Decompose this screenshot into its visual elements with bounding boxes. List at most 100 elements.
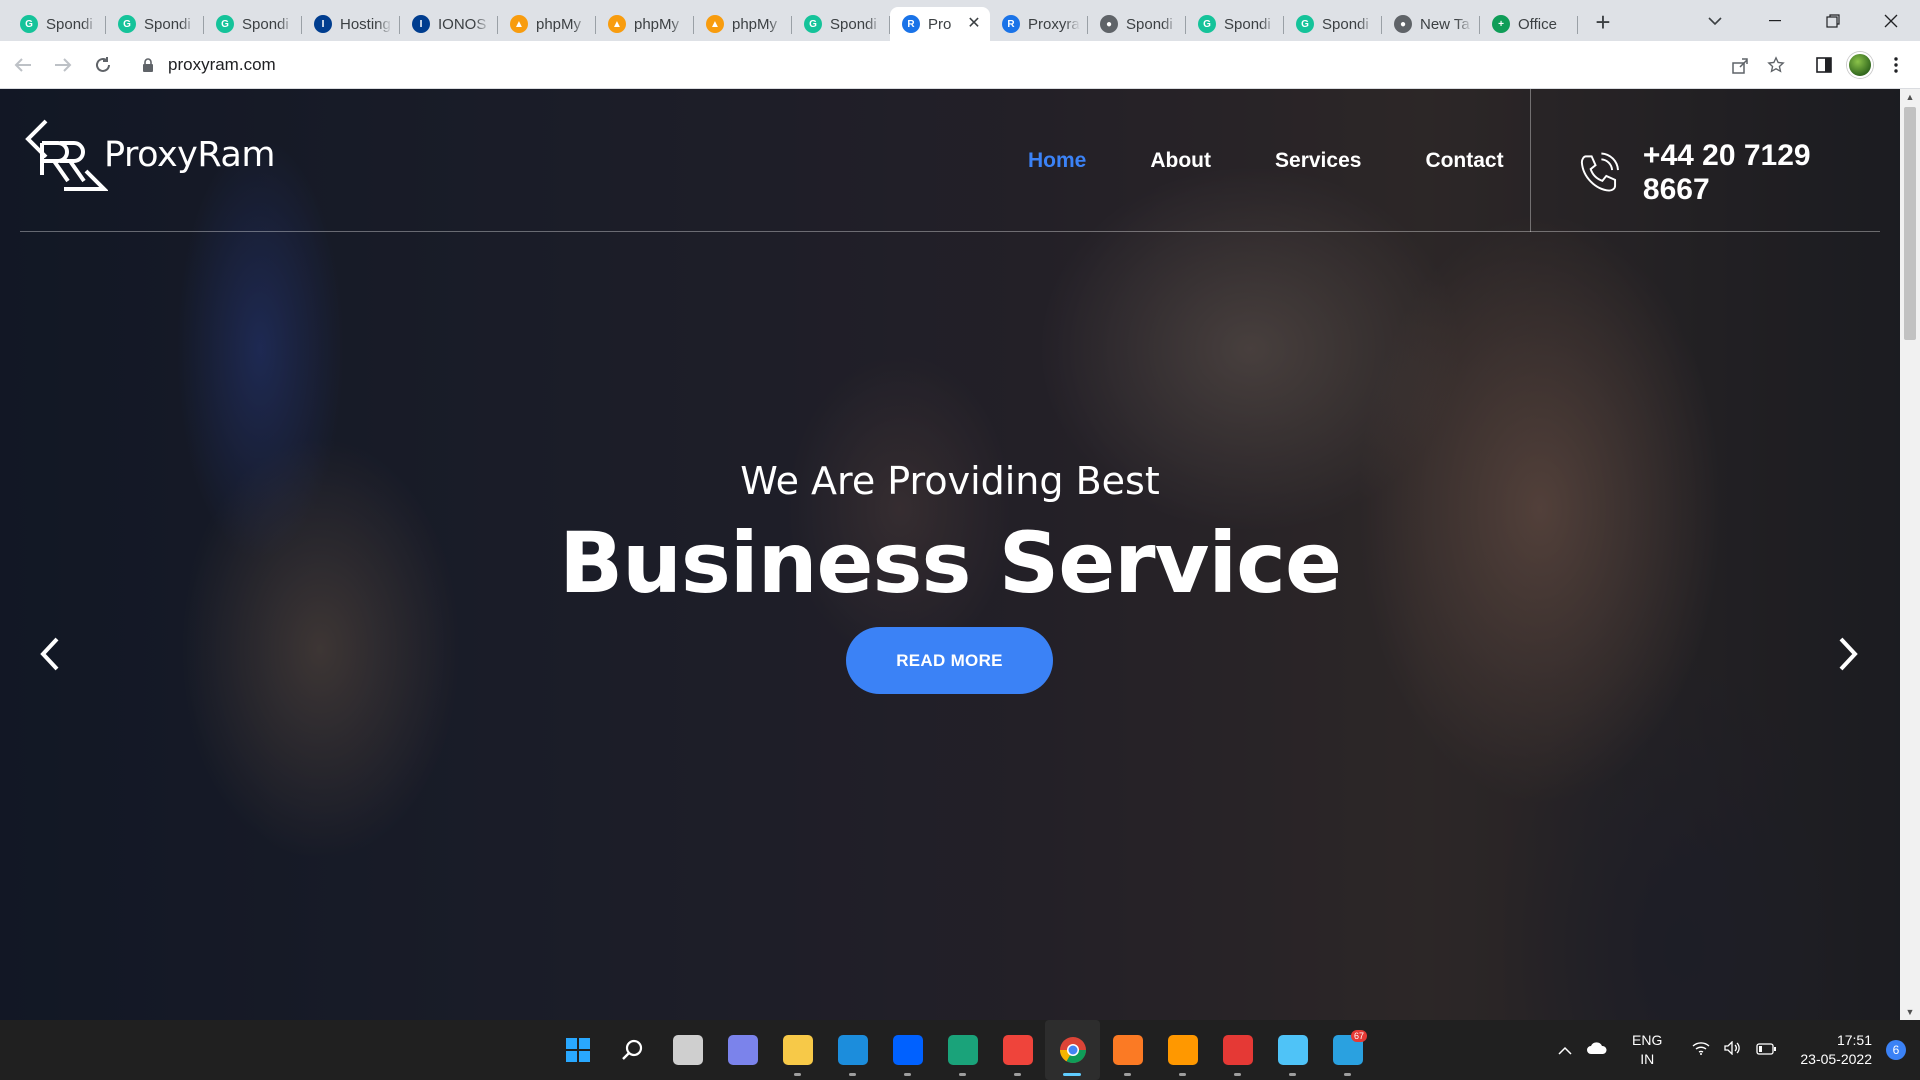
nav-services-link[interactable]: Services [1275, 149, 1361, 173]
search-taskbar-button[interactable] [605, 1020, 660, 1080]
close-tab-icon[interactable]: ✕ [966, 16, 982, 32]
phone-number[interactable]: +44 20 7129 8667 [1643, 139, 1880, 207]
grammarly-icon: G [216, 15, 234, 33]
anydesk-taskbar-button[interactable] [990, 1020, 1045, 1080]
reload-button[interactable] [86, 48, 120, 82]
notepad-taskbar-button[interactable] [1265, 1020, 1320, 1080]
hero-title: Business Service [559, 514, 1342, 612]
back-button[interactable] [6, 48, 40, 82]
mail-taskbar-button[interactable] [825, 1020, 880, 1080]
browser-tab[interactable]: G Spondi [106, 7, 204, 41]
share-icon[interactable] [1722, 47, 1758, 83]
file-explorer-icon [782, 1035, 813, 1065]
scroll-up-arrow-icon[interactable]: ▲ [1900, 89, 1920, 105]
browser-tab[interactable]: G Spondi [1284, 7, 1382, 41]
file-explorer-taskbar-button[interactable] [770, 1020, 825, 1080]
tab-title: Office [1518, 15, 1557, 33]
ionos-icon: I [412, 15, 430, 33]
browser-tab[interactable]: ● New Ta [1382, 7, 1480, 41]
browser-tab[interactable]: ▲ phpMy [498, 7, 596, 41]
bookmark-star-icon[interactable] [1758, 47, 1794, 83]
close-window-button[interactable] [1862, 0, 1920, 41]
browser-tab[interactable]: R Pro ✕ [890, 7, 990, 41]
edge-taskbar-button[interactable] [935, 1020, 990, 1080]
browser-tab[interactable]: + Office [1480, 7, 1578, 41]
notepad-icon [1277, 1035, 1308, 1065]
telegram-taskbar-button[interactable]: 67 [1320, 1020, 1375, 1080]
slider-prev-arrow[interactable] [30, 629, 70, 679]
tab-title: Spondi [242, 15, 289, 33]
browser-tab[interactable]: G Spondi [8, 7, 106, 41]
teams-chat-taskbar-button[interactable] [715, 1020, 770, 1080]
clock-time: 17:51 [1836, 1032, 1872, 1048]
browser-tab[interactable]: G Spondi [792, 7, 890, 41]
running-indicator [904, 1073, 911, 1076]
browser-tab[interactable]: ▲ phpMy [694, 7, 792, 41]
globe-icon: ● [1100, 15, 1118, 33]
tab-title: Spondi [1224, 15, 1271, 33]
read-more-button[interactable]: READ MORE [846, 627, 1053, 694]
tab-title: Pro [928, 15, 952, 33]
tab-title: phpMy [634, 15, 680, 33]
nav-about-link[interactable]: About [1150, 149, 1211, 173]
volume-icon[interactable] [1724, 1040, 1742, 1059]
system-tray: ENG IN 17:51 23-05-2022 6 [1558, 1020, 1920, 1080]
anydesk-2-icon [1222, 1035, 1253, 1065]
minimize-button[interactable] [1746, 0, 1804, 41]
logo-text: ProxyRam [104, 135, 275, 175]
url-text[interactable]: proxyram.com [168, 55, 276, 75]
slider-next-arrow[interactable] [1828, 629, 1868, 679]
clock[interactable]: 17:51 23-05-2022 [1800, 1031, 1872, 1069]
tab-title: New Ta [1420, 15, 1470, 33]
profile-avatar[interactable] [1842, 47, 1878, 83]
notification-count-badge[interactable]: 6 [1886, 1040, 1906, 1060]
clock-date: 23-05-2022 [1800, 1051, 1872, 1067]
office-icon: + [1492, 15, 1510, 33]
page-scrollbar[interactable]: ▲ ▼ [1900, 89, 1920, 1020]
lock-icon[interactable] [140, 57, 156, 73]
tab-strip: G Spondi G Spondi G Spondi I Hosting I IONOS ▲ phpM… [0, 0, 1920, 41]
phone-icon [1580, 152, 1619, 192]
onedrive-cloud-icon[interactable] [1586, 1041, 1608, 1059]
proxyram-logo-icon [25, 119, 108, 191]
anydesk-2-taskbar-button[interactable] [1210, 1020, 1265, 1080]
grammarly-icon: G [1198, 15, 1216, 33]
browser-tab[interactable]: I Hosting [302, 7, 400, 41]
forward-button[interactable] [46, 48, 80, 82]
ionos-icon: I [314, 15, 332, 33]
sublime-text-taskbar-button[interactable] [1155, 1020, 1210, 1080]
dropbox-taskbar-button[interactable] [880, 1020, 935, 1080]
browser-tab[interactable]: ● Spondi [1088, 7, 1186, 41]
task-view-taskbar-button[interactable] [660, 1020, 715, 1080]
running-indicator [1063, 1073, 1081, 1076]
side-panel-icon[interactable] [1806, 47, 1842, 83]
restore-button[interactable] [1804, 0, 1862, 41]
address-bar[interactable]: proxyram.com [132, 46, 1794, 83]
running-indicator [794, 1073, 801, 1076]
running-indicator [1124, 1073, 1131, 1076]
site-logo[interactable]: ProxyRam [24, 117, 275, 193]
new-tab-button[interactable]: + [1586, 7, 1620, 41]
browser-tab[interactable]: G Spondi [204, 7, 302, 41]
chrome-taskbar-button[interactable] [1045, 1020, 1100, 1080]
sublime-text-icon [1167, 1035, 1198, 1065]
browser-tab[interactable]: G Spondi [1186, 7, 1284, 41]
scroll-thumb[interactable] [1904, 107, 1916, 340]
windows-start-taskbar-button[interactable] [550, 1020, 605, 1080]
browser-tab[interactable]: ▲ phpMy [596, 7, 694, 41]
tab-search-icon[interactable] [1700, 6, 1730, 36]
language-indicator[interactable]: ENG IN [1632, 1031, 1662, 1069]
site-header: ProxyRam Home About Services Contact +44… [20, 89, 1880, 232]
battery-icon[interactable] [1756, 1042, 1777, 1059]
nav-contact-link[interactable]: Contact [1425, 149, 1503, 173]
browser-tab[interactable]: I IONOS [400, 7, 498, 41]
xampp-taskbar-button[interactable] [1100, 1020, 1155, 1080]
nav-home-link[interactable]: Home [1028, 149, 1086, 173]
xampp-icon [1112, 1035, 1143, 1065]
menu-kebab-icon[interactable] [1878, 47, 1914, 83]
phone-contact[interactable]: +44 20 7129 8667 [1576, 139, 1880, 207]
tray-overflow-chevron-icon[interactable] [1558, 1042, 1572, 1059]
wifi-icon[interactable] [1692, 1041, 1710, 1059]
scroll-down-arrow-icon[interactable]: ▼ [1900, 1004, 1920, 1020]
browser-tab[interactable]: R Proxyra [990, 7, 1088, 41]
